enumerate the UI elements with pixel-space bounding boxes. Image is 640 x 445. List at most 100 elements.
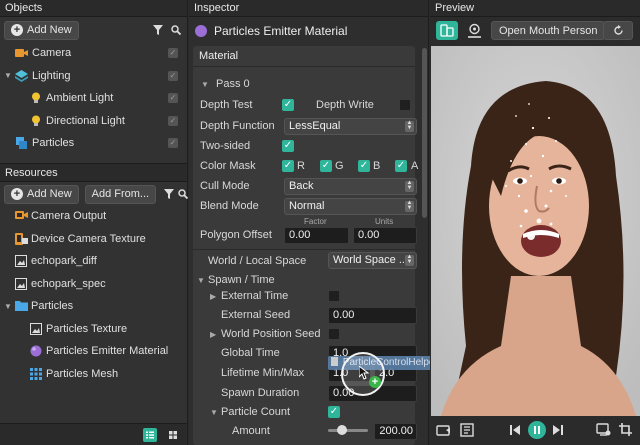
amount-slider[interactable]	[328, 425, 368, 435]
tree-item-particles[interactable]: Particles ✓	[0, 132, 187, 155]
face-tracking-icon[interactable]	[465, 21, 484, 40]
external-seed-input[interactable]: 0.00	[328, 307, 417, 324]
external-time-checkbox[interactable]	[328, 290, 340, 302]
global-time-label: Global Time	[221, 347, 280, 359]
stepper-icon: ▲ ▼	[405, 120, 414, 132]
resource-label: Camera Output	[31, 210, 107, 223]
resource-particles-folder[interactable]: ▼ Particles	[0, 295, 187, 318]
world-position-seed-caret-icon[interactable]: ▶	[210, 330, 216, 339]
blend-mode-select[interactable]: Normal ▲ ▼	[284, 198, 417, 215]
stepper-icon: ▲ ▼	[405, 200, 414, 212]
stepper-icon: ▲ ▼	[405, 254, 414, 266]
preview-viewport[interactable]	[431, 46, 640, 416]
world-position-seed-label: World Position Seed	[221, 328, 321, 340]
resource-label: Particles	[31, 300, 74, 313]
video-source-icon[interactable]	[460, 423, 474, 440]
external-time-caret-icon[interactable]: ▶	[210, 292, 216, 301]
color-mask-label: Color Mask	[200, 160, 256, 172]
resource-device-camera-texture[interactable]: Device Camera Texture	[0, 228, 187, 251]
device-camera-texture-icon	[15, 232, 28, 245]
cull-mode-label: Cull Mode	[200, 180, 250, 192]
list-view-icon[interactable]	[143, 428, 157, 442]
amount-input[interactable]: 200.00	[374, 423, 417, 440]
color-mask-g-checkbox[interactable]: ✓	[320, 160, 332, 172]
color-mask-r-checkbox[interactable]: ✓	[282, 160, 294, 172]
amount-slider-thumb[interactable]	[337, 425, 347, 435]
tree-item-lighting[interactable]: ▼ Lighting ✓	[0, 65, 187, 88]
visibility-checkbox[interactable]: ✓	[168, 93, 178, 104]
resource-particles-emitter-material[interactable]: Particles Emitter Material	[0, 340, 187, 363]
two-sided-checkbox[interactable]: ✓	[282, 140, 294, 152]
resource-label: echopark_diff	[31, 255, 97, 268]
pause-button[interactable]	[528, 421, 546, 439]
tree-item-ambient-light[interactable]: Ambient Light ✓	[0, 87, 187, 110]
filter-icon[interactable]	[151, 23, 165, 37]
depth-function-label: Depth Function	[200, 120, 275, 132]
depth-function-value: LessEqual	[289, 120, 341, 132]
resources-title: Resources	[0, 163, 187, 182]
device-toggle-icon[interactable]	[436, 21, 458, 40]
crop-icon[interactable]	[618, 422, 633, 440]
grid-view-icon[interactable]	[166, 428, 180, 442]
search-icon[interactable]	[169, 23, 183, 37]
depth-test-label: Depth Test	[200, 99, 253, 111]
resource-label: Particles Mesh	[46, 367, 119, 380]
world-local-select[interactable]: World Space ... ▲ ▼	[328, 252, 417, 269]
depth-test-checkbox[interactable]: ✓	[282, 99, 294, 111]
polygon-offset-units-input[interactable]: 0.00	[353, 227, 417, 244]
restart-icon	[613, 25, 623, 35]
resource-camera-output[interactable]: Camera Output	[0, 205, 187, 228]
color-mask-a-checkbox[interactable]: ✓	[395, 160, 407, 172]
resource-particles-mesh[interactable]: Particles Mesh	[0, 363, 187, 386]
restart-button[interactable]	[603, 21, 633, 40]
cursor-icon	[358, 364, 370, 383]
polygon-offset-factor-input[interactable]: 0.00	[284, 227, 349, 244]
particle-count-checkbox[interactable]: ✓	[328, 406, 340, 418]
camera-switch-icon[interactable]	[436, 423, 452, 440]
preview-controls	[430, 416, 640, 445]
search-icon[interactable]	[178, 187, 189, 201]
blend-mode-value: Normal	[289, 200, 325, 212]
cull-mode-select[interactable]: Back ▲ ▼	[284, 178, 417, 195]
polygon-offset-label: Polygon Offset	[200, 229, 272, 241]
objects-bottom-bar	[0, 423, 187, 445]
blend-mode-label: Blend Mode	[200, 200, 259, 212]
visibility-checkbox[interactable]: ✓	[168, 48, 178, 59]
plus-icon: +	[11, 188, 23, 200]
resource-echopark-spec[interactable]: echopark_spec	[0, 273, 187, 296]
filter-icon[interactable]	[164, 187, 175, 201]
depth-write-checkbox[interactable]	[399, 99, 411, 111]
add-from-button[interactable]: Add From...	[84, 184, 157, 204]
screen-record-icon[interactable]	[596, 422, 611, 440]
resource-echopark-diff[interactable]: echopark_diff	[0, 250, 187, 273]
resource-particles-texture[interactable]: Particles Texture	[0, 318, 187, 341]
texture-icon	[15, 255, 27, 268]
world-local-label: World / Local Space	[208, 255, 307, 267]
resources-add-new-button[interactable]: + Add New	[4, 184, 79, 204]
skip-back-icon[interactable]	[509, 424, 521, 439]
camera-output-icon	[15, 210, 28, 222]
color-mask-b-checkbox[interactable]: ✓	[358, 160, 370, 172]
pass-caret-icon[interactable]: ▼	[201, 80, 209, 89]
tree-item-label: Ambient Light	[46, 92, 114, 105]
caret-down-icon[interactable]: ▼	[4, 302, 12, 311]
world-position-seed-checkbox[interactable]	[328, 328, 340, 340]
visibility-checkbox[interactable]: ✓	[168, 70, 178, 81]
skip-forward-icon[interactable]	[552, 424, 564, 439]
tree-item-directional-light[interactable]: Directional Light ✓	[0, 110, 187, 133]
visibility-checkbox[interactable]: ✓	[168, 138, 178, 149]
world-local-value: World Space ...	[333, 254, 408, 266]
particle-count-caret-icon[interactable]: ▼	[210, 408, 218, 417]
depth-function-select[interactable]: LessEqual ▲ ▼	[284, 118, 417, 135]
visibility-checkbox[interactable]: ✓	[168, 115, 178, 126]
objects-add-new-label: Add New	[27, 24, 72, 36]
spawn-time-caret-icon[interactable]: ▼	[197, 276, 205, 285]
tree-item-camera[interactable]: Camera ✓	[0, 42, 187, 65]
objects-add-new-button[interactable]: + Add New	[4, 20, 79, 40]
caret-down-icon[interactable]: ▼	[4, 71, 12, 80]
stepper-icon: ▲ ▼	[405, 180, 414, 192]
objects-title: Objects	[0, 0, 187, 17]
pass-label: Pass 0	[216, 78, 250, 90]
preview-toolbar: Open Mouth Person	[430, 18, 640, 46]
effect-select-button[interactable]: Open Mouth Person	[491, 21, 606, 40]
